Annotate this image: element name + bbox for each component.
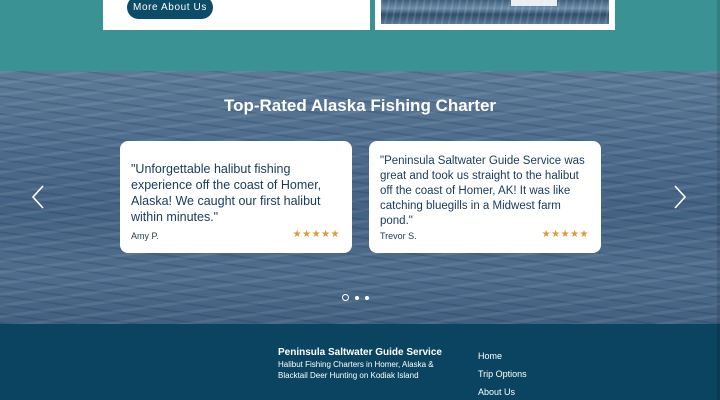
more-about-us-button[interactable]: More About Us	[127, 0, 213, 19]
review-author: Trevor S.	[380, 231, 417, 241]
footer-nav-about-us[interactable]: About Us	[478, 387, 515, 397]
footer-nav-home[interactable]: Home	[478, 351, 502, 361]
chevron-left-icon	[31, 185, 44, 209]
chevron-right-icon	[674, 185, 687, 209]
prev-slide-button[interactable]	[31, 185, 45, 209]
testimonials-title: Top-Rated Alaska Fishing Charter	[223, 96, 497, 115]
next-slide-button[interactable]	[673, 185, 687, 209]
boat-shape	[511, 0, 557, 6]
footer: Peninsula Saltwater Guide Service Halibu…	[0, 324, 720, 400]
review-card: "Peninsula Saltwater Guide Service was g…	[369, 141, 601, 253]
review-author: Amy P.	[131, 231, 159, 241]
slide-dot-1[interactable]	[342, 294, 349, 301]
slide-dot-3[interactable]	[365, 295, 369, 300]
footer-tagline: Halibut Fishing Charters in Homer, Alask…	[278, 360, 434, 380]
top-section: More About Us	[0, 0, 720, 71]
about-card: More About Us	[103, 0, 370, 30]
star-rating-icon: ★★★★★	[541, 229, 589, 240]
star-rating-icon: ★★★★★	[292, 229, 340, 240]
review-card: "Unforgettable halibut fishing experienc…	[120, 141, 352, 253]
review-text: "Peninsula Saltwater Guide Service was g…	[380, 155, 585, 227]
footer-brand: Peninsula Saltwater Guide Service	[278, 347, 442, 358]
slide-dot-2[interactable]	[355, 295, 359, 300]
review-text: "Unforgettable halibut fishing experienc…	[131, 162, 322, 224]
footer-nav-trip-options[interactable]: Trip Options	[478, 369, 527, 379]
fishing-boat-photo	[381, 0, 609, 24]
slide-pagination	[342, 294, 369, 301]
photo-card	[375, 0, 615, 30]
testimonials-section: Top-Rated Alaska Fishing Charter "Unforg…	[0, 71, 720, 324]
